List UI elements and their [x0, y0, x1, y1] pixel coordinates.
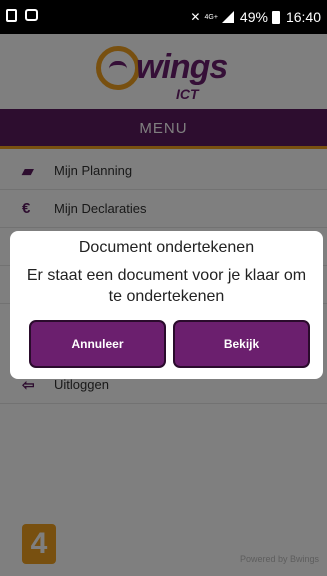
cancel-button[interactable]: Annuleer	[29, 320, 166, 368]
battery-icon	[271, 10, 280, 24]
clock: 16:40	[285, 9, 321, 25]
dialog-message: Er staat een document voor je klaar om t…	[26, 267, 307, 305]
mute-icon: ✕	[190, 10, 201, 24]
notification-icons	[6, 9, 38, 22]
sign-document-dialog: Document ondertekenen Er staat een docum…	[10, 231, 323, 379]
network-type: 4G+	[204, 13, 218, 21]
dialog-title: Document ondertekenen	[78, 239, 255, 256]
signal-icon	[221, 11, 234, 23]
photo-icon	[25, 9, 38, 21]
battery-percent: 49%	[239, 9, 268, 25]
status-bar: ✕ 4G+ 49% 16:40	[0, 0, 327, 34]
notification-icon	[6, 9, 17, 22]
view-button[interactable]: Bekijk	[173, 320, 310, 368]
status-indicators: ✕ 4G+ 49% 16:40	[190, 9, 321, 25]
